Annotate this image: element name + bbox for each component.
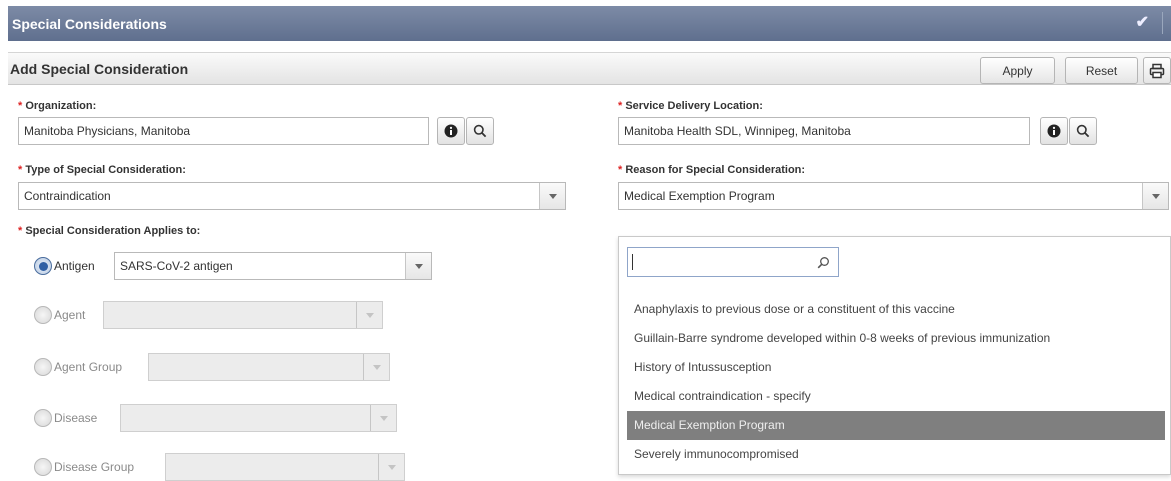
antigen-label: Antigen — [54, 259, 95, 273]
organization-field[interactable]: Manitoba Physicians, Manitoba — [18, 117, 429, 145]
sdl-label: * Service Delivery Location: — [618, 100, 763, 112]
reason-dropdown-popup: Anaphylaxis to previous dose or a consti… — [618, 236, 1171, 475]
required-marker: * — [18, 164, 23, 176]
chevron-down-icon — [370, 405, 396, 431]
text-caret — [632, 254, 633, 270]
applies-to-disease-radio[interactable]: Disease — [34, 409, 97, 427]
panel-header: Add Special Consideration Apply Reset — [8, 52, 1171, 85]
reason-option[interactable]: Anaphylaxis to previous dose or a consti… — [627, 295, 1165, 324]
reason-option[interactable]: Severely immunocompromised — [627, 440, 1165, 469]
chevron-down-icon[interactable] — [539, 183, 565, 209]
organization-value: Manitoba Physicians, Manitoba — [24, 124, 191, 138]
type-select[interactable]: Contraindication — [18, 182, 566, 210]
disease-select — [120, 404, 397, 432]
window-titlebar: Special Considerations ✔ — [8, 6, 1171, 41]
chevron-down-icon[interactable] — [1142, 183, 1168, 209]
applies-to-agent-radio[interactable]: Agent — [34, 306, 85, 324]
type-label-text: Type of Special Consideration: — [25, 164, 186, 176]
panel-title: Add Special Consideration — [10, 61, 189, 77]
sdl-value: Manitoba Health SDL, Winnipeg, Manitoba — [624, 124, 851, 138]
applies-to-agent-group-radio[interactable]: Agent Group — [34, 358, 122, 376]
reason-select[interactable]: Medical Exemption Program — [618, 182, 1169, 210]
organization-search-button[interactable] — [466, 117, 494, 145]
agent-group-label: Agent Group — [54, 360, 123, 374]
required-marker: * — [618, 164, 623, 176]
required-marker: * — [18, 100, 23, 112]
radio-selected-icon[interactable] — [34, 257, 52, 275]
apply-button[interactable]: Apply — [980, 57, 1055, 84]
disease-group-select — [165, 453, 405, 481]
reason-option[interactable]: Guillain-Barre syndrome developed within… — [627, 324, 1165, 353]
sdl-label-text: Service Delivery Location: — [625, 100, 763, 112]
applies-to-antigen-radio[interactable]: Antigen — [34, 257, 95, 275]
chevron-down-icon — [356, 302, 382, 328]
organization-label-text: Organization: — [25, 100, 97, 112]
radio-unselected-icon[interactable] — [34, 458, 52, 476]
reason-option[interactable]: History of Intussusception — [627, 353, 1165, 382]
applies-to-label: * Special Consideration Applies to: — [18, 225, 200, 237]
sdl-search-button[interactable] — [1069, 117, 1097, 145]
info-icon — [444, 124, 458, 138]
agent-select — [103, 301, 383, 329]
reason-label-text: Reason for Special Consideration: — [625, 164, 806, 176]
magnifier-icon — [817, 257, 829, 269]
reason-value: Medical Exemption Program — [624, 189, 775, 203]
antigen-value: SARS-CoV-2 antigen — [120, 259, 233, 273]
sdl-field[interactable]: Manitoba Health SDL, Winnipeg, Manitoba — [618, 117, 1030, 145]
disease-label: Disease — [54, 411, 98, 425]
titlebar-separator — [1162, 12, 1163, 34]
magnifier-icon — [473, 124, 487, 138]
required-marker: * — [618, 100, 623, 112]
applies-to-disease-group-radio[interactable]: Disease Group — [34, 458, 134, 476]
checkmark-icon[interactable]: ✔ — [1136, 12, 1149, 32]
reason-search-input[interactable] — [627, 247, 839, 277]
applies-to-label-text: Special Consideration Applies to: — [25, 225, 201, 237]
radio-unselected-icon[interactable] — [34, 358, 52, 376]
reason-option-list: Anaphylaxis to previous dose or a consti… — [627, 295, 1165, 469]
radio-unselected-icon[interactable] — [34, 306, 52, 324]
agent-group-select — [148, 353, 390, 381]
reset-button[interactable]: Reset — [1065, 57, 1138, 84]
reason-label: * Reason for Special Consideration: — [618, 164, 805, 176]
antigen-select[interactable]: SARS-CoV-2 antigen — [114, 252, 432, 280]
reason-option-selected[interactable]: Medical Exemption Program — [627, 411, 1165, 440]
sdl-info-button[interactable] — [1040, 117, 1068, 145]
magnifier-icon — [1076, 124, 1090, 138]
chevron-down-icon — [363, 354, 389, 380]
type-label: * Type of Special Consideration: — [18, 164, 186, 176]
required-marker: * — [18, 225, 23, 237]
printer-icon — [1149, 63, 1165, 78]
organization-label: * Organization: — [18, 100, 96, 112]
reason-option[interactable]: Medical contraindication - specify — [627, 382, 1165, 411]
type-value: Contraindication — [24, 189, 111, 203]
chevron-down-icon — [378, 454, 404, 480]
disease-group-label: Disease Group — [54, 460, 135, 474]
agent-label: Agent — [54, 308, 86, 322]
chevron-down-icon[interactable] — [405, 253, 431, 279]
info-icon — [1047, 124, 1061, 138]
window-title: Special Considerations — [12, 15, 167, 32]
print-button[interactable] — [1143, 57, 1171, 84]
radio-unselected-icon[interactable] — [34, 409, 52, 427]
organization-info-button[interactable] — [437, 117, 465, 145]
